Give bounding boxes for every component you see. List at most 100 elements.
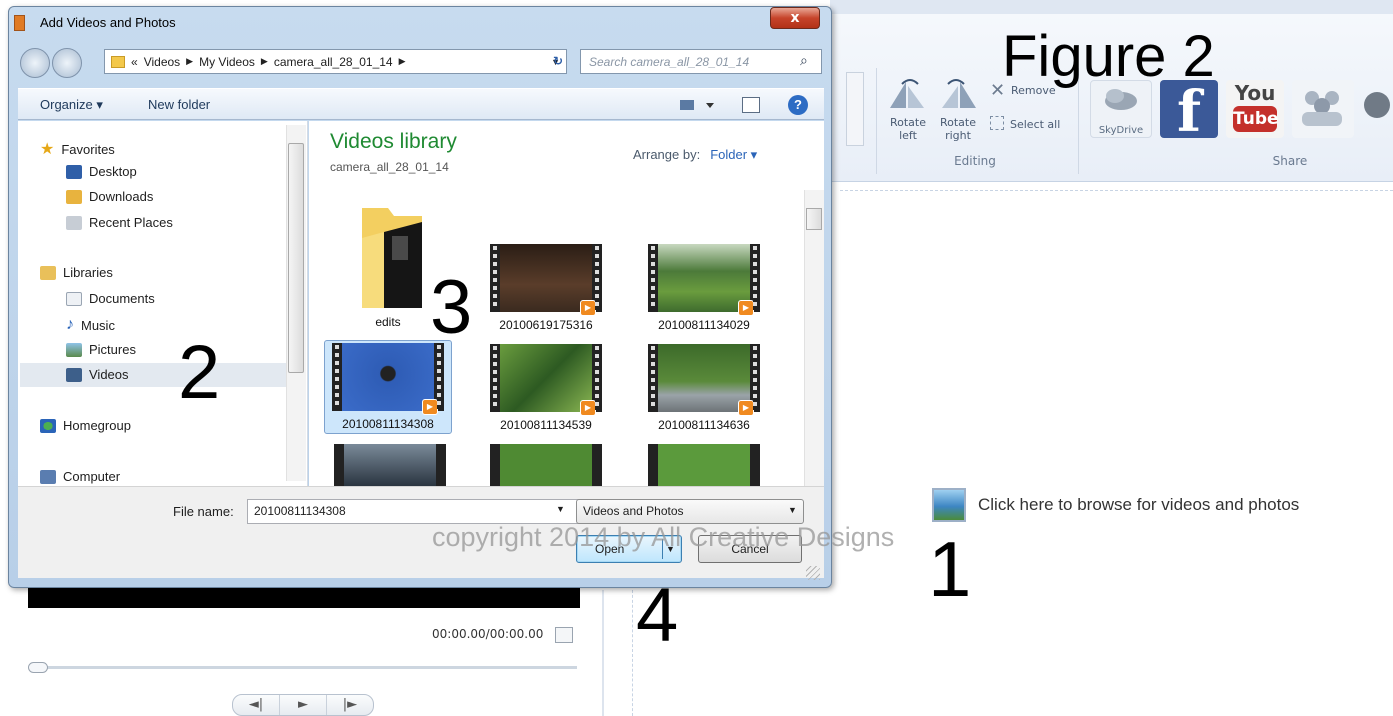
youtube-you: You [1234, 81, 1276, 105]
seek-bar[interactable] [32, 666, 577, 669]
video-item-selected[interactable]: ▶ 20100811134308 [324, 340, 452, 434]
nav-downloads[interactable]: Downloads [66, 189, 153, 204]
nav-videos[interactable]: Videos [66, 367, 129, 382]
nav-desktop[interactable]: Desktop [66, 164, 137, 179]
change-view-icon[interactable] [678, 97, 718, 113]
select-all-icon[interactable] [990, 116, 1004, 130]
resize-grip[interactable] [806, 566, 820, 580]
movie-maker-icon [14, 15, 25, 31]
rotate-right-icon[interactable] [938, 76, 978, 110]
playback-controls: ◄| ► |► [232, 694, 374, 716]
seek-thumb[interactable] [28, 662, 48, 673]
command-bar: Organize ▾ New folder ? [18, 88, 824, 120]
breadcrumb-videos[interactable]: Videos [144, 55, 180, 69]
dialog-title: Add Videos and Photos [40, 15, 176, 30]
nav-music-label: Music [81, 317, 115, 333]
address-bar[interactable]: « Videos ▶ My Videos ▶ camera_all_28_01_… [104, 49, 567, 74]
breadcrumb-camera-folder[interactable]: camera_all_28_01_14 [274, 55, 393, 69]
nav-homegroup-label: Homegroup [63, 418, 131, 433]
nav-favorites[interactable]: ★ Favorites [40, 139, 115, 159]
video-thumbnail[interactable] [490, 444, 602, 486]
play-button[interactable]: ► [280, 695, 327, 715]
figure-label: Figure 2 [1002, 24, 1215, 89]
chevron-right-icon[interactable]: ▶ [261, 56, 268, 67]
annotation-1: 1 [928, 525, 972, 613]
ribbon-separator [876, 68, 877, 174]
video-thumbnail[interactable] [648, 444, 760, 486]
chevron-down-icon[interactable]: ▼ [788, 505, 797, 515]
folder-icon [362, 208, 422, 310]
video-item[interactable]: ▶ 20100811134636 [642, 344, 766, 432]
nav-music[interactable]: ♪ Music [66, 316, 115, 334]
rotate-right-label: Rotate right [939, 116, 976, 142]
rotate-left-icon[interactable] [888, 76, 928, 110]
computer-icon [40, 469, 56, 484]
video-item[interactable]: ▶ 20100811134029 [642, 244, 766, 332]
video-thumbnail: ▶ [648, 344, 760, 416]
search-icon[interactable]: ⌕ [800, 53, 808, 69]
video-item[interactable]: ▶ 20100619175316 [484, 244, 608, 332]
pane-divider[interactable] [602, 590, 604, 716]
next-frame-button[interactable]: |► [327, 695, 373, 715]
file-name-input[interactable]: 20100811134308 [247, 499, 580, 524]
youtube-button[interactable]: You Tube [1226, 80, 1284, 138]
search-input[interactable]: Search camera_all_28_01_14 [580, 49, 822, 74]
breadcrumb-overflow[interactable]: « [131, 55, 138, 69]
forward-button[interactable] [52, 48, 82, 78]
content-scrollbar[interactable] [804, 190, 824, 486]
ribbon-gallery-scroll[interactable] [846, 72, 864, 146]
arrange-by-label: Arrange by: [633, 147, 701, 162]
new-folder-button[interactable]: New folder [148, 97, 210, 112]
browse-prompt[interactable]: Click here to browse for videos and phot… [932, 488, 1299, 522]
more-share-button[interactable] [1364, 92, 1390, 118]
refresh-button[interactable]: ↻ [545, 49, 571, 74]
storyboard-separator [840, 190, 1393, 191]
video-thumbnail: ▶ [490, 344, 602, 416]
nav-pictures[interactable]: Pictures [66, 342, 136, 357]
fullscreen-button[interactable] [555, 627, 573, 643]
nav-selection-highlight [20, 363, 286, 387]
help-icon[interactable]: ? [788, 95, 808, 115]
library-title: Videos library [330, 130, 457, 153]
file-type-select[interactable]: Videos and Photos [576, 499, 804, 524]
chevron-down-icon[interactable]: ▼ [556, 504, 565, 514]
breadcrumb-my-videos[interactable]: My Videos [199, 55, 255, 69]
chevron-right-icon[interactable]: ▶ [186, 56, 193, 67]
timecode: 00:00.00/00:00.00 [432, 627, 544, 641]
nav-computer[interactable]: Computer [40, 469, 120, 484]
nav-documents[interactable]: Documents [66, 291, 155, 306]
play-badge-icon: ▶ [738, 400, 754, 416]
youtube-tube: Tube [1233, 106, 1279, 132]
video-item[interactable]: ▶ 20100811134539 [484, 344, 608, 432]
play-badge-icon: ▶ [422, 399, 438, 415]
file-name-label: File name: [173, 504, 234, 519]
chevron-right-icon[interactable]: ▶ [399, 56, 406, 67]
people-icon [1302, 91, 1342, 126]
select-all-label[interactable]: Select all [1010, 118, 1060, 131]
libraries-icon [40, 265, 56, 280]
app-title-strip [830, 0, 1393, 14]
video-thumbnail[interactable] [334, 444, 446, 486]
nav-scroll-thumb[interactable] [288, 143, 304, 373]
previous-frame-button[interactable]: ◄| [233, 695, 280, 715]
annotation-2: 2 [178, 330, 221, 415]
item-label: 20100811134636 [658, 418, 750, 432]
storyboard-edge [632, 590, 633, 716]
nav-recent-places[interactable]: Recent Places [66, 215, 173, 230]
nav-desktop-label: Desktop [89, 164, 137, 179]
close-button[interactable]: x [770, 7, 820, 29]
preview-pane-icon[interactable] [742, 97, 760, 113]
nav-libraries[interactable]: Libraries [40, 265, 113, 280]
social-network-button[interactable] [1292, 80, 1354, 138]
arrange-by-dropdown[interactable]: Folder ▾ [710, 147, 757, 162]
back-button[interactable] [20, 48, 50, 78]
rotate-left-label: Rotate left [889, 116, 926, 142]
nav-recent-places-label: Recent Places [89, 215, 173, 230]
nav-homegroup[interactable]: Homegroup [40, 418, 131, 433]
browse-prompt-text[interactable]: Click here to browse for videos and phot… [978, 495, 1299, 515]
video-thumbnail: ▶ [648, 244, 760, 316]
item-label: 20100619175316 [499, 318, 593, 332]
organize-button[interactable]: Organize ▾ [40, 97, 103, 113]
content-scroll-thumb[interactable] [806, 208, 822, 230]
arrange-by: Arrange by: Folder ▾ [633, 147, 757, 163]
